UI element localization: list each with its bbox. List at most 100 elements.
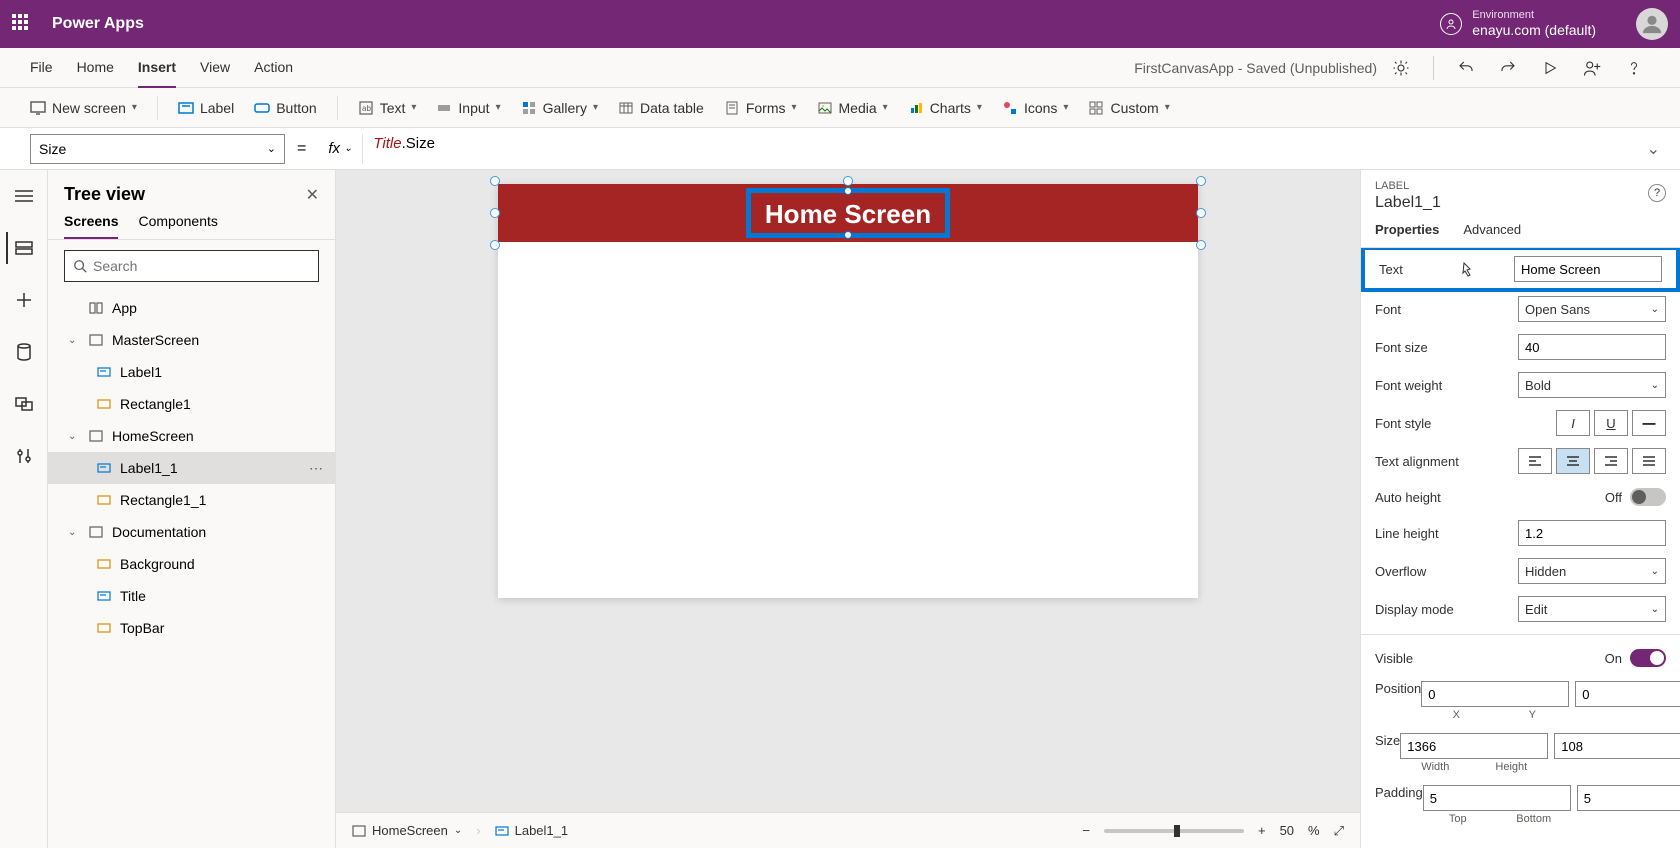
chevron-down-icon[interactable]: ⌄ [68,527,80,538]
tree-item-documentation[interactable]: ⌄Documentation [48,516,335,548]
media-panel-icon[interactable] [8,388,40,420]
property-selector[interactable]: Size ⌄ [30,134,285,164]
insert-button-button[interactable]: Button [254,88,316,128]
align-right-button[interactable] [1594,448,1628,474]
autoheight-toggle[interactable] [1630,488,1666,506]
play-icon[interactable] [1534,52,1566,84]
close-icon[interactable]: ✕ [306,185,319,205]
insert-icons-dropdown[interactable]: Icons▾ [1002,88,1069,128]
resize-handle[interactable] [844,187,852,195]
italic-button[interactable]: I [1556,410,1590,436]
padding-bottom-input[interactable] [1577,785,1680,811]
resize-handle[interactable] [1196,240,1206,250]
canvas-screen[interactable]: Home Screen [498,184,1198,598]
strikethrough-button[interactable]: — [1632,410,1666,436]
redo-icon[interactable] [1492,52,1524,84]
data-icon[interactable] [8,336,40,368]
insert-datatable-button[interactable]: Data table [618,88,704,128]
more-icon[interactable]: ⋯ [309,460,323,477]
overflow-select[interactable]: Hidden⌄ [1518,558,1666,584]
breadcrumb-control[interactable]: Label1_1 [495,823,569,838]
help-icon[interactable]: ? [1648,184,1666,202]
fontweight-select[interactable]: Bold⌄ [1518,372,1666,398]
size-height-input[interactable] [1554,733,1680,759]
align-left-button[interactable] [1518,448,1552,474]
properties-panel: LABEL Label1_1 ? Properties Advanced Tex… [1360,170,1680,848]
resize-handle[interactable] [844,231,852,239]
tree-item-masterscreen[interactable]: ⌄MasterScreen [48,324,335,356]
tab-screens[interactable]: Screens [64,213,118,239]
tree-item-label1-1[interactable]: Label1_1⋯ [48,452,335,484]
insert-label-button[interactable]: Label [178,88,234,128]
tree-item-rectangle1[interactable]: Rectangle1 [48,388,335,420]
padding-top-input[interactable] [1423,785,1571,811]
tab-advanced[interactable]: Advanced [1463,222,1521,247]
insert-text-dropdown[interactable]: abText▾ [358,88,417,128]
insert-forms-dropdown[interactable]: Forms▾ [724,88,797,128]
breadcrumb-screen[interactable]: HomeScreen ⌄ [352,823,462,838]
visible-toggle[interactable] [1630,649,1666,667]
text-input[interactable] [1514,256,1662,282]
tree-item-app[interactable]: App [48,292,335,324]
tab-components[interactable]: Components [138,213,217,239]
insert-custom-dropdown[interactable]: Custom▾ [1088,88,1169,128]
user-avatar[interactable] [1636,8,1668,40]
tree-item-title[interactable]: Title [48,580,335,612]
tree-item-homescreen[interactable]: ⌄HomeScreen [48,420,335,452]
formula-input[interactable]: Title.Size [363,134,1626,164]
resize-handle[interactable] [490,208,500,218]
position-y-input[interactable] [1575,681,1680,707]
resize-handle[interactable] [490,240,500,250]
align-center-button[interactable] [1556,448,1590,474]
zoom-slider[interactable] [1104,829,1244,833]
lineheight-input[interactable] [1518,520,1666,546]
resize-handle[interactable] [1196,208,1206,218]
environment-picker[interactable]: Environment enayu.com (default) [1472,9,1596,39]
fx-button[interactable]: fx⌄ [318,134,363,164]
table-icon [618,100,634,116]
zoom-out-button[interactable]: − [1082,823,1090,838]
tree-search[interactable] [64,250,319,282]
resize-handle[interactable] [1196,176,1206,186]
fit-to-window-icon[interactable]: ⤢ [1334,823,1344,839]
tree-item-background[interactable]: Background [48,548,335,580]
chevron-down-icon[interactable]: ⌄ [68,335,80,346]
tab-home[interactable]: Home [77,48,114,88]
hamburger-icon[interactable] [8,180,40,212]
environment-icon[interactable] [1440,13,1462,35]
tree-item-label1[interactable]: Label1 [48,356,335,388]
tab-insert[interactable]: Insert [138,48,176,88]
formula-expand-icon[interactable]: ⌄ [1627,139,1680,159]
tab-action[interactable]: Action [254,48,293,88]
chevron-down-icon[interactable]: ⌄ [68,431,80,442]
displaymode-select[interactable]: Edit⌄ [1518,596,1666,622]
align-justify-button[interactable] [1632,448,1666,474]
new-screen-button[interactable]: New screen ▾ [30,88,137,128]
insert-charts-dropdown[interactable]: Charts▾ [908,88,982,128]
tab-properties[interactable]: Properties [1375,222,1439,247]
size-width-input[interactable] [1400,733,1548,759]
underline-button[interactable]: U [1594,410,1628,436]
canvas-label-selected[interactable]: Home Screen [728,184,968,242]
app-checker-icon[interactable] [1385,52,1417,84]
zoom-in-button[interactable]: + [1258,823,1266,838]
font-select[interactable]: Open Sans⌄ [1518,296,1666,322]
help-icon[interactable] [1618,52,1650,84]
insert-media-dropdown[interactable]: Media▾ [817,88,888,128]
insert-input-dropdown[interactable]: Input▾ [436,88,500,128]
search-input[interactable] [93,258,310,274]
position-x-input[interactable] [1421,681,1569,707]
add-icon[interactable] [8,284,40,316]
undo-icon[interactable] [1450,52,1482,84]
tree-view-icon[interactable] [6,232,40,264]
fontsize-input[interactable] [1518,334,1666,360]
tree-item-rectangle1-1[interactable]: Rectangle1_1 [48,484,335,516]
tab-file[interactable]: File [30,48,53,88]
tab-view[interactable]: View [200,48,230,88]
tree-item-topbar[interactable]: TopBar [48,612,335,644]
waffle-icon[interactable] [12,14,32,34]
resize-handle[interactable] [490,176,500,186]
insert-gallery-dropdown[interactable]: Gallery▾ [521,88,598,128]
share-icon[interactable] [1576,52,1608,84]
settings-icon[interactable] [8,440,40,472]
